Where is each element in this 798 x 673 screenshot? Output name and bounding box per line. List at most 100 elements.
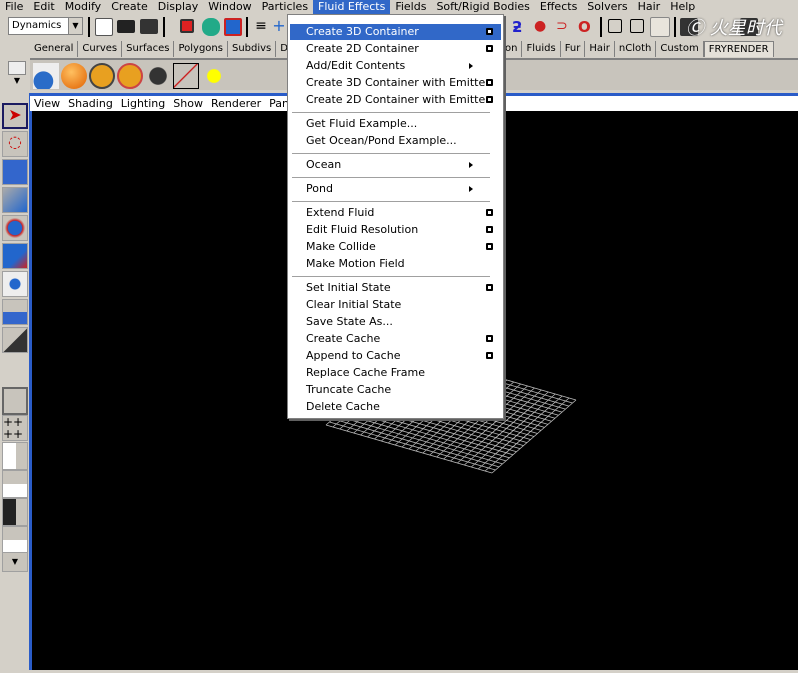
snap-icon[interactable] — [650, 17, 670, 37]
select-component-icon[interactable] — [224, 18, 242, 36]
menu-item-replace-cache-frame[interactable]: Replace Cache Frame — [290, 365, 501, 381]
script-editor-icon[interactable] — [33, 63, 59, 89]
menu-item-get-ocean-pond-example[interactable]: Get Ocean/Pond Example... — [290, 133, 501, 149]
lasso-tool-icon[interactable]: ◌ — [2, 131, 28, 157]
menu-item-set-initial-state[interactable]: Set Initial State — [290, 280, 501, 296]
option-box-icon[interactable] — [486, 352, 493, 359]
universal-manipulator-icon[interactable] — [2, 271, 28, 297]
open-scene-icon[interactable] — [117, 20, 135, 33]
persp-graph-layout-icon[interactable] — [2, 470, 28, 498]
shelf-tab-fur[interactable]: Fur — [561, 41, 586, 57]
menu-item-create-3d-container[interactable]: Create 3D Container — [290, 24, 501, 40]
menu-fluid-effects[interactable]: Fluid Effects — [313, 0, 391, 14]
menu-item-make-motion-field[interactable]: Make Motion Field — [290, 256, 501, 272]
menu-item-create-3d-container-with-emitter[interactable]: Create 3D Container with Emitter — [290, 75, 501, 91]
menu-particles[interactable]: Particles — [257, 0, 313, 14]
menu-item-save-state-as[interactable]: Save State As... — [290, 314, 501, 330]
vortex-icon[interactable]: O — [578, 18, 596, 36]
shelf-tab-on[interactable]: on — [503, 41, 523, 57]
input-icon[interactable] — [608, 19, 622, 33]
shelf-tab-fryrender[interactable]: FRYRENDER — [703, 41, 774, 57]
outliner-persp-layout-icon[interactable] — [2, 442, 28, 470]
menu-display[interactable]: Display — [153, 0, 204, 14]
menu-item-append-to-cache[interactable]: Append to Cache — [290, 348, 501, 364]
soft-modification-icon[interactable] — [2, 299, 28, 325]
menu-item-get-fluid-example[interactable]: Get Fluid Example... — [290, 116, 501, 132]
menu-item-truncate-cache[interactable]: Truncate Cache — [290, 382, 501, 398]
select-object-icon[interactable] — [202, 18, 220, 36]
panel-menu-show[interactable]: Show — [169, 96, 207, 111]
option-box-icon[interactable] — [486, 45, 493, 52]
menu-edit[interactable]: Edit — [28, 0, 59, 14]
menu-effects[interactable]: Effects — [535, 0, 582, 14]
mode-selector-dropdown[interactable]: Dynamics ▼ — [8, 17, 83, 35]
option-box-icon[interactable] — [486, 28, 493, 35]
move-tool-icon[interactable] — [2, 187, 28, 213]
light-icon[interactable] — [201, 63, 227, 89]
hypershade-persp-layout-icon[interactable] — [2, 498, 28, 526]
menu-create[interactable]: Create — [106, 0, 153, 14]
chevron-down-icon[interactable]: ▼ — [8, 76, 26, 90]
chevron-down-icon[interactable]: ▼ — [68, 18, 82, 34]
menu-toggle-icon[interactable]: ≡ — [252, 18, 270, 36]
new-scene-icon[interactable] — [95, 18, 113, 36]
box-icon[interactable] — [173, 63, 199, 89]
mf-red-icon[interactable] — [117, 63, 143, 89]
menu-file[interactable]: File — [0, 0, 28, 14]
four-view-layout-icon[interactable]: ++ ++ — [2, 415, 28, 441]
panel-menu-lighting[interactable]: Lighting — [117, 96, 169, 111]
menu-item-extend-fluid[interactable]: Extend Fluid — [290, 205, 501, 221]
shelf-tab-hair[interactable]: Hair — [585, 41, 615, 57]
menu-fields[interactable]: Fields — [390, 0, 431, 14]
option-box-icon[interactable] — [486, 226, 493, 233]
persp-outliner-graph-layout-icon[interactable] — [2, 526, 28, 554]
show-manipulator-icon[interactable] — [2, 327, 28, 353]
shelf-tab-ncloth[interactable]: nCloth — [615, 41, 657, 57]
menu-hair[interactable]: Hair — [633, 0, 666, 14]
mf-icon[interactable] — [89, 63, 115, 89]
menu-item-delete-cache[interactable]: Delete Cache — [290, 399, 501, 415]
option-box-icon[interactable] — [486, 284, 493, 291]
rotate-tool-icon[interactable] — [2, 215, 28, 241]
menu-item-make-collide[interactable]: Make Collide — [290, 239, 501, 255]
magnet-icon[interactable]: ⊃ — [556, 18, 574, 36]
menu-item-create-2d-container[interactable]: Create 2D Container — [290, 41, 501, 57]
option-box-icon[interactable] — [486, 243, 493, 250]
panel-menu-shading[interactable]: Shading — [64, 96, 117, 111]
select-tool-icon[interactable]: ➤ — [2, 103, 28, 129]
shelf-tab-fluids[interactable]: Fluids — [522, 41, 561, 57]
shelf-tab-custom[interactable]: Custom — [656, 41, 704, 57]
shelf-tab-general[interactable]: General — [30, 41, 79, 57]
paint-select-tool-icon[interactable] — [2, 159, 28, 185]
option-box-icon[interactable] — [486, 209, 493, 216]
shelf-tab-surfaces[interactable]: Surfaces — [122, 41, 175, 57]
shelf-tab-polygons[interactable]: Polygons — [174, 41, 228, 57]
single-perspective-layout-icon[interactable] — [2, 387, 28, 415]
radial-icon[interactable]: ● — [534, 18, 552, 36]
panel-menu-view[interactable]: View — [30, 96, 64, 111]
output-icon[interactable] — [630, 19, 644, 33]
select-hierarchy-icon[interactable] — [180, 19, 194, 33]
menu-item-ocean[interactable]: Ocean — [290, 157, 501, 173]
menu-item-create-2d-container-with-emitter[interactable]: Create 2D Container with Emitter — [290, 92, 501, 108]
menu-item-pond[interactable]: Pond — [290, 181, 501, 197]
menu-help[interactable]: Help — [665, 0, 700, 14]
menu-item-add-edit-contents[interactable]: Add/Edit Contents — [290, 58, 501, 74]
menu-soft-rigid-bodies[interactable]: Soft/Rigid Bodies — [431, 0, 534, 14]
option-box-icon[interactable] — [486, 335, 493, 342]
option-box-icon[interactable] — [486, 79, 493, 86]
shelf-tab-subdivs[interactable]: Subdivs — [228, 41, 277, 57]
shelf-menu-button[interactable] — [8, 61, 26, 75]
option-box-icon[interactable] — [486, 96, 493, 103]
sphere-icon[interactable] — [61, 63, 87, 89]
scale-tool-icon[interactable] — [2, 243, 28, 269]
shelf-tab-curves[interactable]: Curves — [78, 41, 123, 57]
menu-modify[interactable]: Modify — [60, 0, 106, 14]
plus-icon[interactable]: + — [270, 16, 288, 35]
menu-item-create-cache[interactable]: Create Cache — [290, 331, 501, 347]
menu-item-edit-fluid-resolution[interactable]: Edit Fluid Resolution — [290, 222, 501, 238]
field-icon[interactable]: ƻ — [512, 18, 530, 36]
menu-item-clear-initial-state[interactable]: Clear Initial State — [290, 297, 501, 313]
menu-window[interactable]: Window — [203, 0, 256, 14]
chevron-down-icon[interactable]: ▼ — [2, 552, 28, 572]
